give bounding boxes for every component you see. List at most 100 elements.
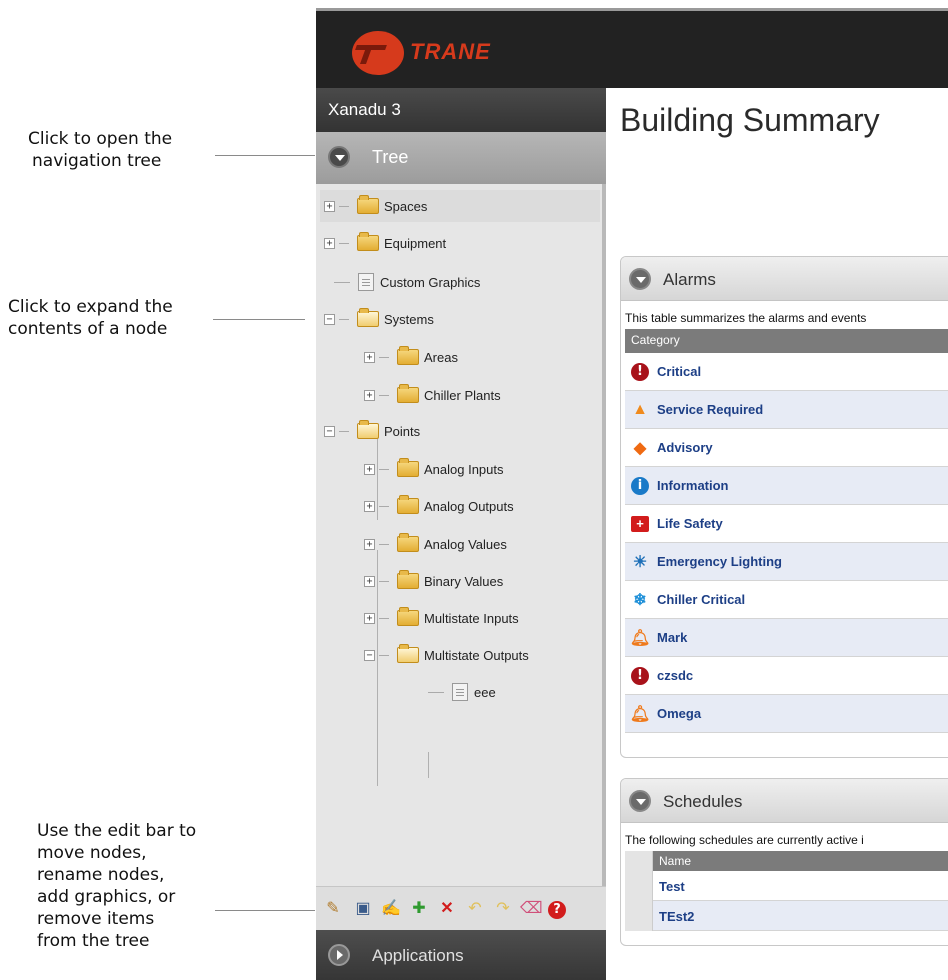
alarm-category-link[interactable]: Information [657,478,729,493]
tree-toggle-bar[interactable]: Tree [316,132,606,184]
tree-node-analog-values[interactable]: + Analog Values [364,528,507,560]
app-window: TRANE Xanadu 3 Tree + Spaces + Equipment… [316,8,948,980]
expand-plus-icon[interactable]: + [364,612,375,624]
expand-plus-icon[interactable]: + [364,351,375,363]
schedules-description: The following schedules are currently ac… [625,833,864,847]
collapse-down-icon[interactable] [629,790,651,812]
alarms-header[interactable]: Alarms [621,257,948,301]
callout-line: move nodes, [37,843,147,863]
alarm-row[interactable]: ! Critical [625,353,948,391]
delete-icon[interactable]: ✕ [436,898,458,920]
tree-node-equipment[interactable]: + Equipment [324,227,446,259]
collapse-minus-icon[interactable]: − [324,425,335,437]
expand-plus-icon[interactable]: + [364,575,375,587]
alarm-category-link[interactable]: Life Safety [657,516,723,531]
alarm-row[interactable]: ◆ Advisory [625,429,948,467]
alarm-row[interactable]: ! czsdc [625,657,948,695]
tree-dash [339,205,349,207]
alarm-row[interactable]: ▲ Service Required [625,391,948,429]
document-icon [358,273,374,291]
expand-down-icon[interactable] [328,146,350,168]
redo-icon[interactable]: ↷ [492,898,514,920]
alarm-row[interactable]: ☀ Emergency Lighting [625,543,948,581]
alarm-row[interactable]: i Information [625,467,948,505]
expand-plus-icon[interactable]: + [364,500,375,512]
help-icon[interactable]: ? [546,898,568,920]
column-header-category[interactable]: Category [625,329,948,353]
folder-icon [397,570,419,589]
move-icon[interactable]: ✎ [322,898,344,920]
alarm-category-link[interactable]: Mark [657,630,687,645]
alarm-category-link[interactable]: Omega [657,706,701,721]
tree-node-label: Systems [384,311,434,327]
expand-plus-icon[interactable]: + [364,463,375,475]
tree-node-binary-values[interactable]: + Binary Values [364,565,503,597]
expand-plus-icon[interactable]: + [364,538,375,550]
folder-icon [397,495,419,514]
callout-line: Use the edit bar to [37,821,197,841]
callout-leader-line [215,910,315,911]
eraser-icon[interactable]: ⌫ [520,898,543,920]
alarm-category-link[interactable]: Critical [657,364,701,379]
collapse-minus-icon[interactable]: − [324,313,335,325]
expand-right-icon[interactable] [328,944,350,966]
alarm-category-link[interactable]: Emergency Lighting [657,554,782,569]
schedules-panel: Schedules The following schedules are cu… [620,778,948,946]
undo-icon[interactable]: ↶ [464,898,486,920]
callout-line: rename nodes, [37,865,165,885]
alarm-row[interactable]: 🔔︎ Mark [625,619,948,657]
schedule-row-link[interactable]: TEst2 [653,901,948,931]
folder-icon [397,607,419,626]
expand-plus-icon[interactable]: + [364,389,375,401]
alarms-heading: Alarms [663,270,716,289]
alarm-row[interactable]: + Life Safety [625,505,948,543]
rename-icon[interactable]: ▣ [352,898,374,920]
tree-node-areas[interactable]: + Areas [364,341,458,373]
first-aid-icon: + [627,515,653,533]
tree-node-systems[interactable]: − Systems [324,303,434,335]
alarm-category-link[interactable]: Chiller Critical [657,592,745,607]
tree-dash [379,468,389,470]
applications-bar[interactable]: Applications [316,930,606,980]
tree-node-spaces[interactable]: + Spaces [320,190,600,222]
folder-icon [397,346,419,365]
tree-node-eee[interactable]: eee [428,676,496,708]
tree-node-label: Equipment [384,235,447,251]
tree-label: Tree [372,147,409,167]
tree-node-multistate-outputs[interactable]: − Multistate Outputs [364,639,529,671]
add-graphic-icon[interactable]: ✚ [408,898,430,920]
column-header-name[interactable]: Name [653,851,948,871]
tree-node-chiller-plants[interactable]: + Chiller Plants [364,379,501,411]
alarm-category-link[interactable]: czsdc [657,668,693,683]
tree-dash [379,394,389,396]
alarm-category-link[interactable]: Advisory [657,440,713,455]
tree-node-label: Multistate Inputs [424,610,519,626]
callout-line: Click to open the [28,129,173,149]
collapse-minus-icon[interactable]: − [364,649,375,661]
alarm-row[interactable]: 🔔︎ Omega [625,695,948,733]
logo-text: TRANE [410,39,491,64]
expand-plus-icon[interactable]: + [324,237,335,249]
edit-bar: ✎ ▣ ✍ ✚ ✕ ↶ ↷ ⌫ ? [316,886,606,930]
folder-icon [397,533,419,552]
schedules-table: Name Test TEst2 [625,851,948,931]
schedules-header[interactable]: Schedules [621,779,948,823]
alarms-panel: Alarms This table summarizes the alarms … [620,256,948,758]
collapse-down-icon[interactable] [629,268,651,290]
expand-plus-icon[interactable]: + [324,200,335,212]
edit-icon[interactable]: ✍ [380,898,402,920]
trane-logo[interactable]: TRANE [352,31,552,75]
tree-node-multistate-inputs[interactable]: + Multistate Inputs [364,602,519,634]
tree-node-points[interactable]: − Points [324,415,420,447]
callout-leader-line [215,155,315,156]
alarm-category-link[interactable]: Service Required [657,402,763,417]
schedule-row-link[interactable]: Test [653,871,948,901]
tree-node-label: Custom Graphics [380,274,481,290]
tree-node-analog-outputs[interactable]: + Analog Outputs [364,490,514,522]
alarm-row[interactable]: ❄ Chiller Critical [625,581,948,619]
tree-node-custom-graphics[interactable]: Custom Graphics [334,266,480,298]
callout-expand-node: Click to expand the contents of a node [8,296,173,340]
tree-dash [339,430,349,432]
tree-node-analog-inputs[interactable]: + Analog Inputs [364,453,504,485]
logo-mark [352,31,404,75]
